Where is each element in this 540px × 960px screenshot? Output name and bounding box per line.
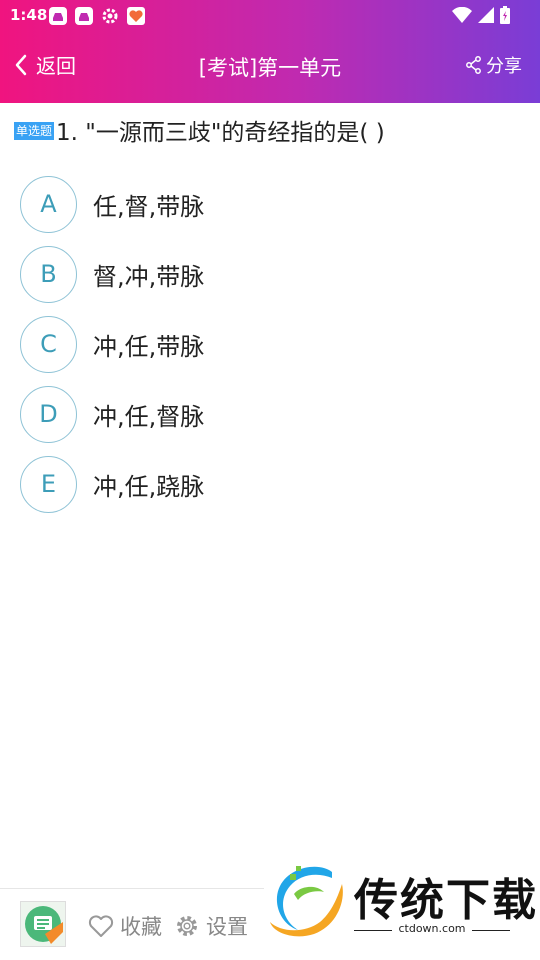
- settings-button[interactable]: 设置: [174, 911, 248, 941]
- app-notification-icon: [75, 7, 93, 25]
- status-bar: 1:48: [0, 0, 540, 32]
- option-text: 冲,任,带脉: [93, 332, 205, 361]
- favorite-label: 收藏: [120, 915, 162, 939]
- share-icon: [466, 56, 481, 74]
- nav-bar: 返回 [考试]第一单元 分享: [0, 40, 540, 92]
- chevron-left-icon: [15, 54, 27, 75]
- option-letter: C: [20, 315, 77, 373]
- app-notification-icon: [49, 7, 67, 25]
- wifi-icon: [452, 7, 472, 23]
- share-label: 分享: [486, 56, 522, 77]
- signal-icon: [478, 7, 494, 23]
- question-type-badge: 单选题: [14, 121, 55, 140]
- option-e[interactable]: E 冲,任,跷脉: [20, 449, 520, 519]
- option-d[interactable]: D 冲,任,督脉: [20, 379, 520, 449]
- option-text: 任,督,带脉: [93, 192, 205, 221]
- watermark: 传统下载 ctdown.com: [264, 858, 540, 960]
- option-letter: E: [20, 455, 77, 513]
- option-text: 冲,任,督脉: [93, 402, 205, 431]
- heart-icon: [88, 915, 114, 937]
- option-letter: B: [20, 245, 77, 303]
- app-logo[interactable]: [20, 901, 66, 947]
- option-a[interactable]: A 任,督,带脉: [20, 169, 520, 239]
- option-text: 冲,任,跷脉: [93, 472, 205, 501]
- status-time: 1:48: [10, 6, 48, 24]
- page-title: [考试]第一单元: [198, 56, 342, 80]
- option-list: A 任,督,带脉 B 督,冲,带脉 C 冲,任,带脉 D 冲,任,督脉 E 冲,…: [20, 169, 520, 519]
- gear-icon: [102, 8, 118, 24]
- favorite-button[interactable]: 收藏: [88, 911, 162, 941]
- gear-icon: [177, 916, 197, 936]
- question-text: 1. "一源而三歧"的奇经指的是( ): [56, 120, 385, 146]
- option-letter: A: [20, 175, 77, 233]
- health-app-icon: [127, 7, 145, 25]
- option-text: 督,冲,带脉: [93, 262, 205, 291]
- share-button[interactable]: 分享: [466, 52, 522, 78]
- back-button[interactable]: 返回: [14, 50, 76, 79]
- option-b[interactable]: B 督,冲,带脉: [20, 239, 520, 309]
- watermark-brand: 传统下载: [354, 875, 538, 926]
- settings-label: 设置: [206, 915, 248, 939]
- battery-charging-icon: [500, 6, 510, 24]
- question: 单选题 1. "一源而三歧"的奇经指的是( ): [14, 116, 526, 150]
- notification-icons: [48, 6, 146, 26]
- app-logo-icon: [25, 906, 63, 944]
- back-label: 返回: [36, 54, 76, 78]
- watermark-site: ctdown.com: [398, 922, 466, 935]
- watermark-logo-icon: [270, 866, 343, 937]
- option-letter: D: [20, 385, 77, 443]
- system-icons: [452, 6, 510, 24]
- header: 1:48 返回 [考试]第一单元 分享: [0, 0, 540, 103]
- option-c[interactable]: C 冲,任,带脉: [20, 309, 520, 379]
